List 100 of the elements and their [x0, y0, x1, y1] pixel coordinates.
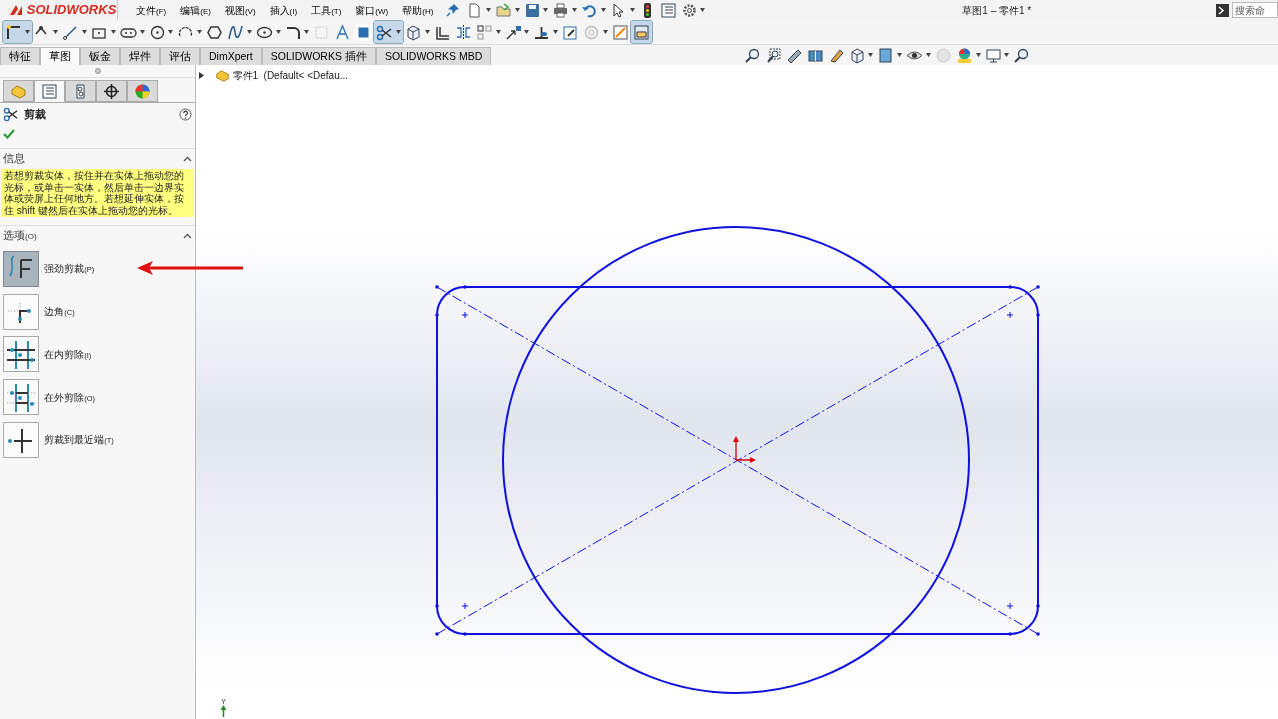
caret-icon	[524, 30, 530, 34]
scissors-icon	[2, 106, 19, 123]
point-icon	[355, 23, 373, 41]
command-tab[interactable]: SOLIDWORKS MBD	[375, 47, 492, 65]
caret-icon	[868, 53, 874, 57]
menu-item[interactable]: 视图(V)	[217, 2, 263, 18]
scissors-icon	[376, 23, 394, 41]
tool-button[interactable]	[374, 21, 403, 43]
chevron-icon	[183, 233, 192, 240]
color-sphere-icon	[955, 46, 973, 64]
caret-icon	[975, 53, 981, 57]
expand-icon	[198, 71, 204, 79]
folder-icon	[494, 1, 512, 19]
caret-icon	[24, 30, 30, 34]
caret-icon	[602, 30, 608, 34]
box-icon	[877, 46, 895, 64]
zoom-area-icon	[764, 46, 782, 64]
caret-icon	[168, 30, 174, 34]
zoom-icon	[743, 46, 761, 64]
command-tab[interactable]: 草图	[40, 47, 80, 65]
app-logo: SOLIDWORKS	[26, 1, 117, 20]
caret-icon	[110, 30, 116, 34]
collapse-button[interactable]	[183, 233, 192, 240]
section-heading: 信息	[3, 151, 25, 167]
caret-icon	[925, 53, 931, 57]
option-button[interactable]	[2, 250, 39, 287]
menu-item[interactable]: 插入(I)	[262, 2, 305, 18]
list-icon	[40, 82, 58, 100]
move-icon	[504, 23, 522, 41]
caret-icon	[543, 8, 549, 12]
ok-button[interactable]	[2, 128, 15, 140]
caret-icon	[139, 30, 145, 34]
caret-icon	[53, 30, 59, 34]
settings-icon	[680, 1, 698, 19]
caret-icon	[629, 8, 635, 12]
option-button[interactable]	[2, 421, 39, 458]
panel-tab[interactable]	[95, 80, 127, 103]
caret-icon	[197, 30, 202, 34]
command-tab[interactable]: DimXpert	[200, 47, 262, 65]
caret-icon	[553, 30, 558, 34]
caret-icon	[495, 30, 501, 34]
origin-icon	[733, 436, 756, 463]
logo-icon	[8, 3, 24, 17]
command-tab[interactable]: 评估	[160, 47, 200, 65]
panel-title: 剪裁	[24, 107, 47, 122]
option-button[interactable]	[2, 379, 39, 415]
circle-icon	[148, 23, 166, 41]
caret-icon	[275, 30, 281, 34]
tool-button[interactable]	[2, 21, 32, 43]
caret-icon	[246, 30, 252, 34]
menu-item[interactable]: 文件(F)	[129, 2, 174, 18]
caret-icon	[700, 8, 706, 12]
expand-button[interactable]	[198, 71, 204, 79]
command-tab[interactable]: 焊件	[120, 47, 160, 65]
caret-icon	[897, 53, 903, 57]
axis-triad-icon	[220, 705, 227, 717]
option-button[interactable]	[2, 293, 39, 330]
command-tab[interactable]: 钣金	[80, 47, 120, 65]
color-wheel-icon	[133, 82, 151, 100]
caret-icon	[304, 30, 310, 34]
command-icon	[1216, 3, 1230, 17]
caret-icon	[514, 8, 520, 12]
caret-icon	[572, 8, 578, 12]
window-title: 草图1 – 零件1 *	[962, 4, 1032, 16]
configuration-label: (Default< <Defau...	[263, 68, 349, 83]
part-icon	[214, 67, 230, 83]
chevron-icon	[183, 156, 192, 163]
mirror-icon	[454, 23, 472, 41]
polygon-icon	[206, 23, 223, 41]
line-icon	[62, 23, 80, 41]
info-message: 若想剪裁实体，按住并在实体上拖动您的光标，或单击一实体，然后单击一边界实体或荧屏上任何地方。若想延伸实体，按住 shift 键然后在实体上拖动您的光标。	[1, 169, 194, 217]
splitter-handle-icon	[94, 67, 101, 74]
caret-icon	[600, 8, 606, 12]
menu-item[interactable]: 编辑(E)	[173, 2, 218, 18]
zoom-icon	[1013, 46, 1031, 64]
pattern-icon	[475, 23, 493, 41]
sketch-icon	[4, 23, 22, 41]
circle-icon	[583, 23, 600, 41]
caret-icon	[82, 30, 87, 34]
help-icon	[179, 107, 193, 121]
search-field[interactable]: 搜索命	[1232, 2, 1278, 18]
plane-icon	[313, 23, 331, 41]
spline-icon	[227, 23, 244, 41]
menu-item[interactable]: 窗口(W)	[348, 2, 396, 18]
crosshair-icon	[102, 82, 120, 100]
caret-icon	[424, 30, 430, 34]
part-name[interactable]: 零件1	[232, 67, 259, 83]
option-button[interactable]	[2, 336, 39, 373]
section-heading: 选项(O)	[3, 228, 37, 244]
command-tab[interactable]: 特征	[0, 47, 40, 65]
check-icon	[2, 128, 15, 140]
caret-icon	[485, 8, 491, 12]
pencil-icon	[611, 23, 629, 41]
menu-item[interactable]: 帮助(H)	[395, 2, 441, 18]
command-tab[interactable]: SOLIDWORKS 插件	[261, 47, 376, 65]
cube-icon	[405, 23, 422, 41]
caret-icon	[1004, 53, 1010, 57]
collapse-button[interactable]	[183, 156, 192, 163]
menu-item[interactable]: 工具(T)	[304, 2, 349, 18]
sphere-icon	[934, 46, 952, 64]
